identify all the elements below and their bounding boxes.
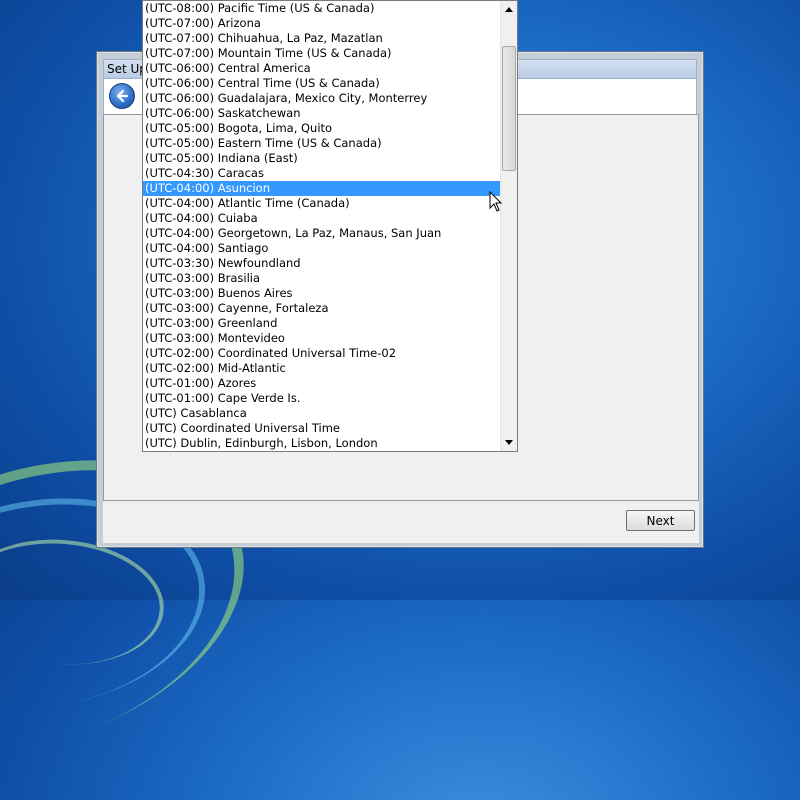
back-button[interactable] <box>109 83 135 109</box>
timezone-option[interactable]: (UTC-04:00) Cuiaba <box>143 211 501 226</box>
mouse-pointer-icon <box>489 191 503 212</box>
timezone-option[interactable]: (UTC-03:00) Brasilia <box>143 271 501 286</box>
timezone-option[interactable]: (UTC-06:00) Central Time (US & Canada) <box>143 76 501 91</box>
wizard-footer: Next <box>103 501 699 543</box>
timezone-option[interactable]: (UTC-03:00) Montevideo <box>143 331 501 346</box>
timezone-option[interactable]: (UTC) Dublin, Edinburgh, Lisbon, London <box>143 436 501 451</box>
timezone-option[interactable]: (UTC) Casablanca <box>143 406 501 421</box>
timezone-option[interactable]: (UTC-02:00) Mid-Atlantic <box>143 361 501 376</box>
vertical-scrollbar[interactable] <box>500 1 517 451</box>
timezone-option[interactable]: (UTC-03:00) Cayenne, Fortaleza <box>143 301 501 316</box>
scroll-down-button[interactable] <box>501 434 517 451</box>
timezone-option[interactable]: (UTC-01:00) Cape Verde Is. <box>143 391 501 406</box>
timezone-option[interactable]: (UTC-03:00) Buenos Aires <box>143 286 501 301</box>
timezone-option[interactable]: (UTC-06:00) Central America <box>143 61 501 76</box>
timezone-option[interactable]: (UTC-04:00) Atlantic Time (Canada) <box>143 196 501 211</box>
timezone-option[interactable]: (UTC-04:00) Santiago <box>143 241 501 256</box>
timezone-items: (UTC-08:00) Pacific Time (US & Canada) (U… <box>143 1 501 451</box>
timezone-option[interactable]: (UTC-04:30) Caracas <box>143 166 501 181</box>
timezone-option[interactable]: (UTC-06:00) Guadalajara, Mexico City, Mo… <box>143 91 501 106</box>
scroll-thumb[interactable] <box>502 46 516 171</box>
timezone-dropdown-list[interactable]: (UTC-08:00) Pacific Time (US & Canada) (U… <box>142 0 518 452</box>
timezone-option[interactable]: (UTC-01:00) Azores <box>143 376 501 391</box>
timezone-option[interactable]: (UTC-03:30) Newfoundland <box>143 256 501 271</box>
timezone-option[interactable]: (UTC-07:00) Chihuahua, La Paz, Mazatlan <box>143 31 501 46</box>
window-title: Set Up <box>107 62 147 76</box>
timezone-option[interactable]: (UTC-08:00) Pacific Time (US & Canada) <box>143 1 501 16</box>
timezone-option[interactable]: (UTC-02:00) Coordinated Universal Time-0… <box>143 346 501 361</box>
timezone-option[interactable]: (UTC-05:00) Indiana (East) <box>143 151 501 166</box>
scroll-up-button[interactable] <box>501 1 517 18</box>
timezone-option[interactable]: (UTC-05:00) Bogota, Lima, Quito <box>143 121 501 136</box>
timezone-option[interactable]: (UTC-03:00) Greenland <box>143 316 501 331</box>
timezone-option[interactable]: (UTC) Coordinated Universal Time <box>143 421 501 436</box>
timezone-option[interactable]: (UTC-05:00) Eastern Time (US & Canada) <box>143 136 501 151</box>
timezone-option[interactable]: (UTC-07:00) Mountain Time (US & Canada) <box>143 46 501 61</box>
timezone-option[interactable]: (UTC-04:00) Georgetown, La Paz, Manaus, … <box>143 226 501 241</box>
timezone-option[interactable]: (UTC-06:00) Saskatchewan <box>143 106 501 121</box>
back-arrow-icon <box>116 89 129 103</box>
triangle-up-icon <box>505 7 513 12</box>
triangle-down-icon <box>505 440 513 445</box>
timezone-option[interactable]: (UTC-07:00) Arizona <box>143 16 501 31</box>
next-button[interactable]: Next <box>626 510 695 531</box>
timezone-option[interactable]: (UTC-04:00) Asuncion <box>143 181 501 196</box>
